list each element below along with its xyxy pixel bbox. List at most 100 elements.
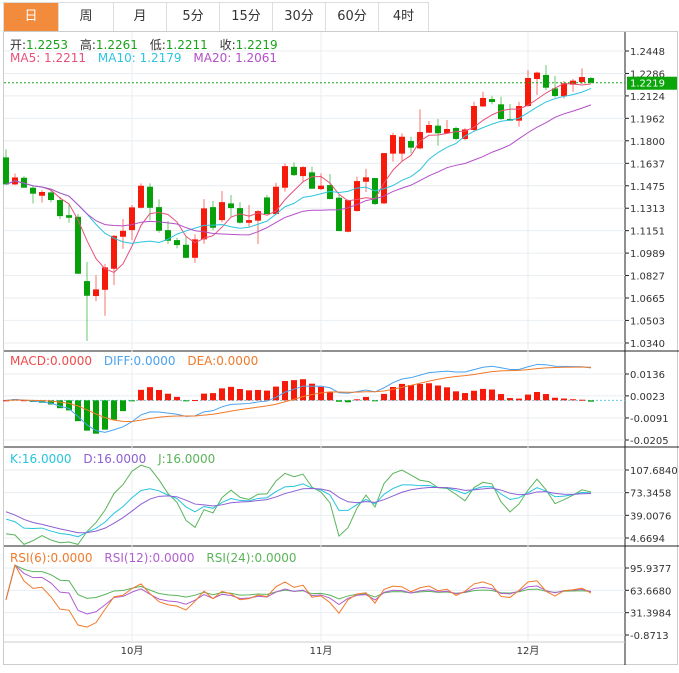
macd-bar bbox=[264, 390, 270, 401]
macd-bar bbox=[534, 391, 540, 401]
price-tick-label: 1.2124 bbox=[630, 92, 665, 103]
price-tick-label: 1.0340 bbox=[630, 339, 665, 350]
candle-down bbox=[309, 172, 315, 189]
macd-bar bbox=[426, 383, 432, 401]
kdj-legend: K:16.0000 D:16.0000 J:16.0000 bbox=[10, 452, 223, 466]
candle-down bbox=[453, 128, 459, 139]
macd-bar bbox=[372, 400, 378, 402]
rsi-tick-label: 31.3984 bbox=[630, 609, 671, 620]
kdj-tick-label: 107.6840 bbox=[630, 466, 678, 477]
macd-bar bbox=[129, 400, 135, 402]
candle-up bbox=[354, 181, 360, 211]
close-label: 收: bbox=[219, 38, 236, 52]
macd-bar bbox=[345, 400, 351, 403]
macd-bar bbox=[471, 390, 477, 401]
price-tick-label: 1.1475 bbox=[630, 182, 665, 193]
macd-bar bbox=[138, 389, 144, 401]
rsi24-value: RSI(24):0.0000 bbox=[206, 551, 297, 565]
d-line bbox=[5, 486, 592, 534]
last-price-label: 1.2219 bbox=[630, 79, 665, 90]
candle-up bbox=[282, 166, 288, 188]
macd-bar bbox=[120, 400, 126, 412]
candle-down bbox=[588, 78, 594, 83]
candle-down bbox=[183, 244, 189, 258]
candle-up bbox=[39, 192, 45, 196]
candle-down bbox=[48, 192, 54, 201]
candle-up bbox=[318, 185, 324, 190]
j-value: J:16.0000 bbox=[158, 452, 216, 466]
macd-bar bbox=[435, 385, 441, 401]
price-tick-label: 1.1313 bbox=[630, 204, 665, 215]
candle-down bbox=[84, 281, 90, 296]
kdj-tick-label: 39.0076 bbox=[630, 511, 671, 522]
macd-bar bbox=[561, 398, 567, 401]
candle-down bbox=[66, 215, 72, 218]
rsi6-value: RSI(6):0.0000 bbox=[10, 551, 93, 565]
candle-down bbox=[291, 166, 297, 176]
candle-up bbox=[390, 135, 396, 154]
macd-bar bbox=[507, 398, 513, 401]
kdj-tick-label: 4.6694 bbox=[630, 534, 665, 545]
macd-bar bbox=[336, 400, 342, 402]
candle-up bbox=[102, 267, 108, 290]
rsi12-line bbox=[5, 564, 592, 615]
candle-down bbox=[264, 197, 270, 215]
macd-legend: MACD:0.0000 DIFF:0.0000 DEA:0.0000 bbox=[10, 354, 266, 368]
macd-bar bbox=[183, 400, 189, 402]
price-tick-label: 1.1800 bbox=[630, 137, 665, 148]
price-tick-label: 1.0503 bbox=[630, 316, 665, 327]
rsi24-line bbox=[5, 564, 592, 600]
macd-bar bbox=[363, 396, 369, 401]
macd-bar bbox=[102, 400, 108, 430]
candle-up bbox=[129, 207, 135, 231]
macd-bar bbox=[237, 389, 243, 401]
macd-bar bbox=[588, 400, 594, 402]
macd-bar bbox=[552, 397, 558, 401]
macd-bar bbox=[444, 387, 450, 401]
candle-up bbox=[579, 77, 585, 83]
candle-up bbox=[471, 105, 477, 130]
candle-up bbox=[345, 200, 351, 232]
candle-down bbox=[3, 157, 9, 185]
macd-bar bbox=[210, 393, 216, 401]
high-label: 高: bbox=[79, 38, 96, 52]
macd-bar bbox=[498, 394, 504, 401]
macd-bar bbox=[156, 389, 162, 401]
macd-bar bbox=[480, 388, 486, 401]
candle-up bbox=[93, 289, 99, 297]
open-value: 1.2253 bbox=[26, 38, 69, 52]
macd-bar bbox=[516, 398, 522, 401]
macd-bar bbox=[246, 390, 252, 401]
candle-down bbox=[228, 203, 234, 209]
candle-down bbox=[156, 207, 162, 231]
candle-up bbox=[417, 132, 423, 149]
candle-down bbox=[147, 186, 153, 208]
price-tick-label: 1.0665 bbox=[630, 294, 665, 305]
candle-down bbox=[57, 200, 63, 217]
rsi6-line bbox=[5, 563, 592, 628]
price-tick-label: 1.0989 bbox=[630, 249, 665, 260]
macd-tick-label: 0.0023 bbox=[630, 392, 665, 403]
low-label: 低: bbox=[149, 38, 166, 52]
candle-up bbox=[246, 220, 252, 223]
kline-chart[interactable]: 1.24481.22861.21241.19621.18001.16371.14… bbox=[0, 0, 679, 673]
macd-bar bbox=[219, 388, 225, 401]
k-value: K:16.0000 bbox=[10, 452, 72, 466]
macd-bar bbox=[228, 386, 234, 401]
macd-bar bbox=[282, 381, 288, 401]
ma20-value: MA20: 1.2061 bbox=[193, 51, 278, 65]
candle-up bbox=[399, 136, 405, 154]
price-tick-label: 1.1962 bbox=[630, 114, 665, 125]
open-label: 开: bbox=[10, 38, 27, 52]
candle-up bbox=[480, 97, 486, 107]
macd-bar bbox=[489, 389, 495, 401]
low-value: 1.2211 bbox=[165, 38, 208, 52]
month-label: 11月 bbox=[310, 645, 333, 657]
macd-bar bbox=[174, 396, 180, 401]
candle-down bbox=[489, 99, 495, 102]
candle-up bbox=[426, 124, 432, 133]
macd-bar bbox=[147, 387, 153, 401]
candle-up bbox=[300, 167, 306, 177]
macd-tick-label: 0.0136 bbox=[630, 370, 665, 381]
macd-bar bbox=[453, 391, 459, 401]
